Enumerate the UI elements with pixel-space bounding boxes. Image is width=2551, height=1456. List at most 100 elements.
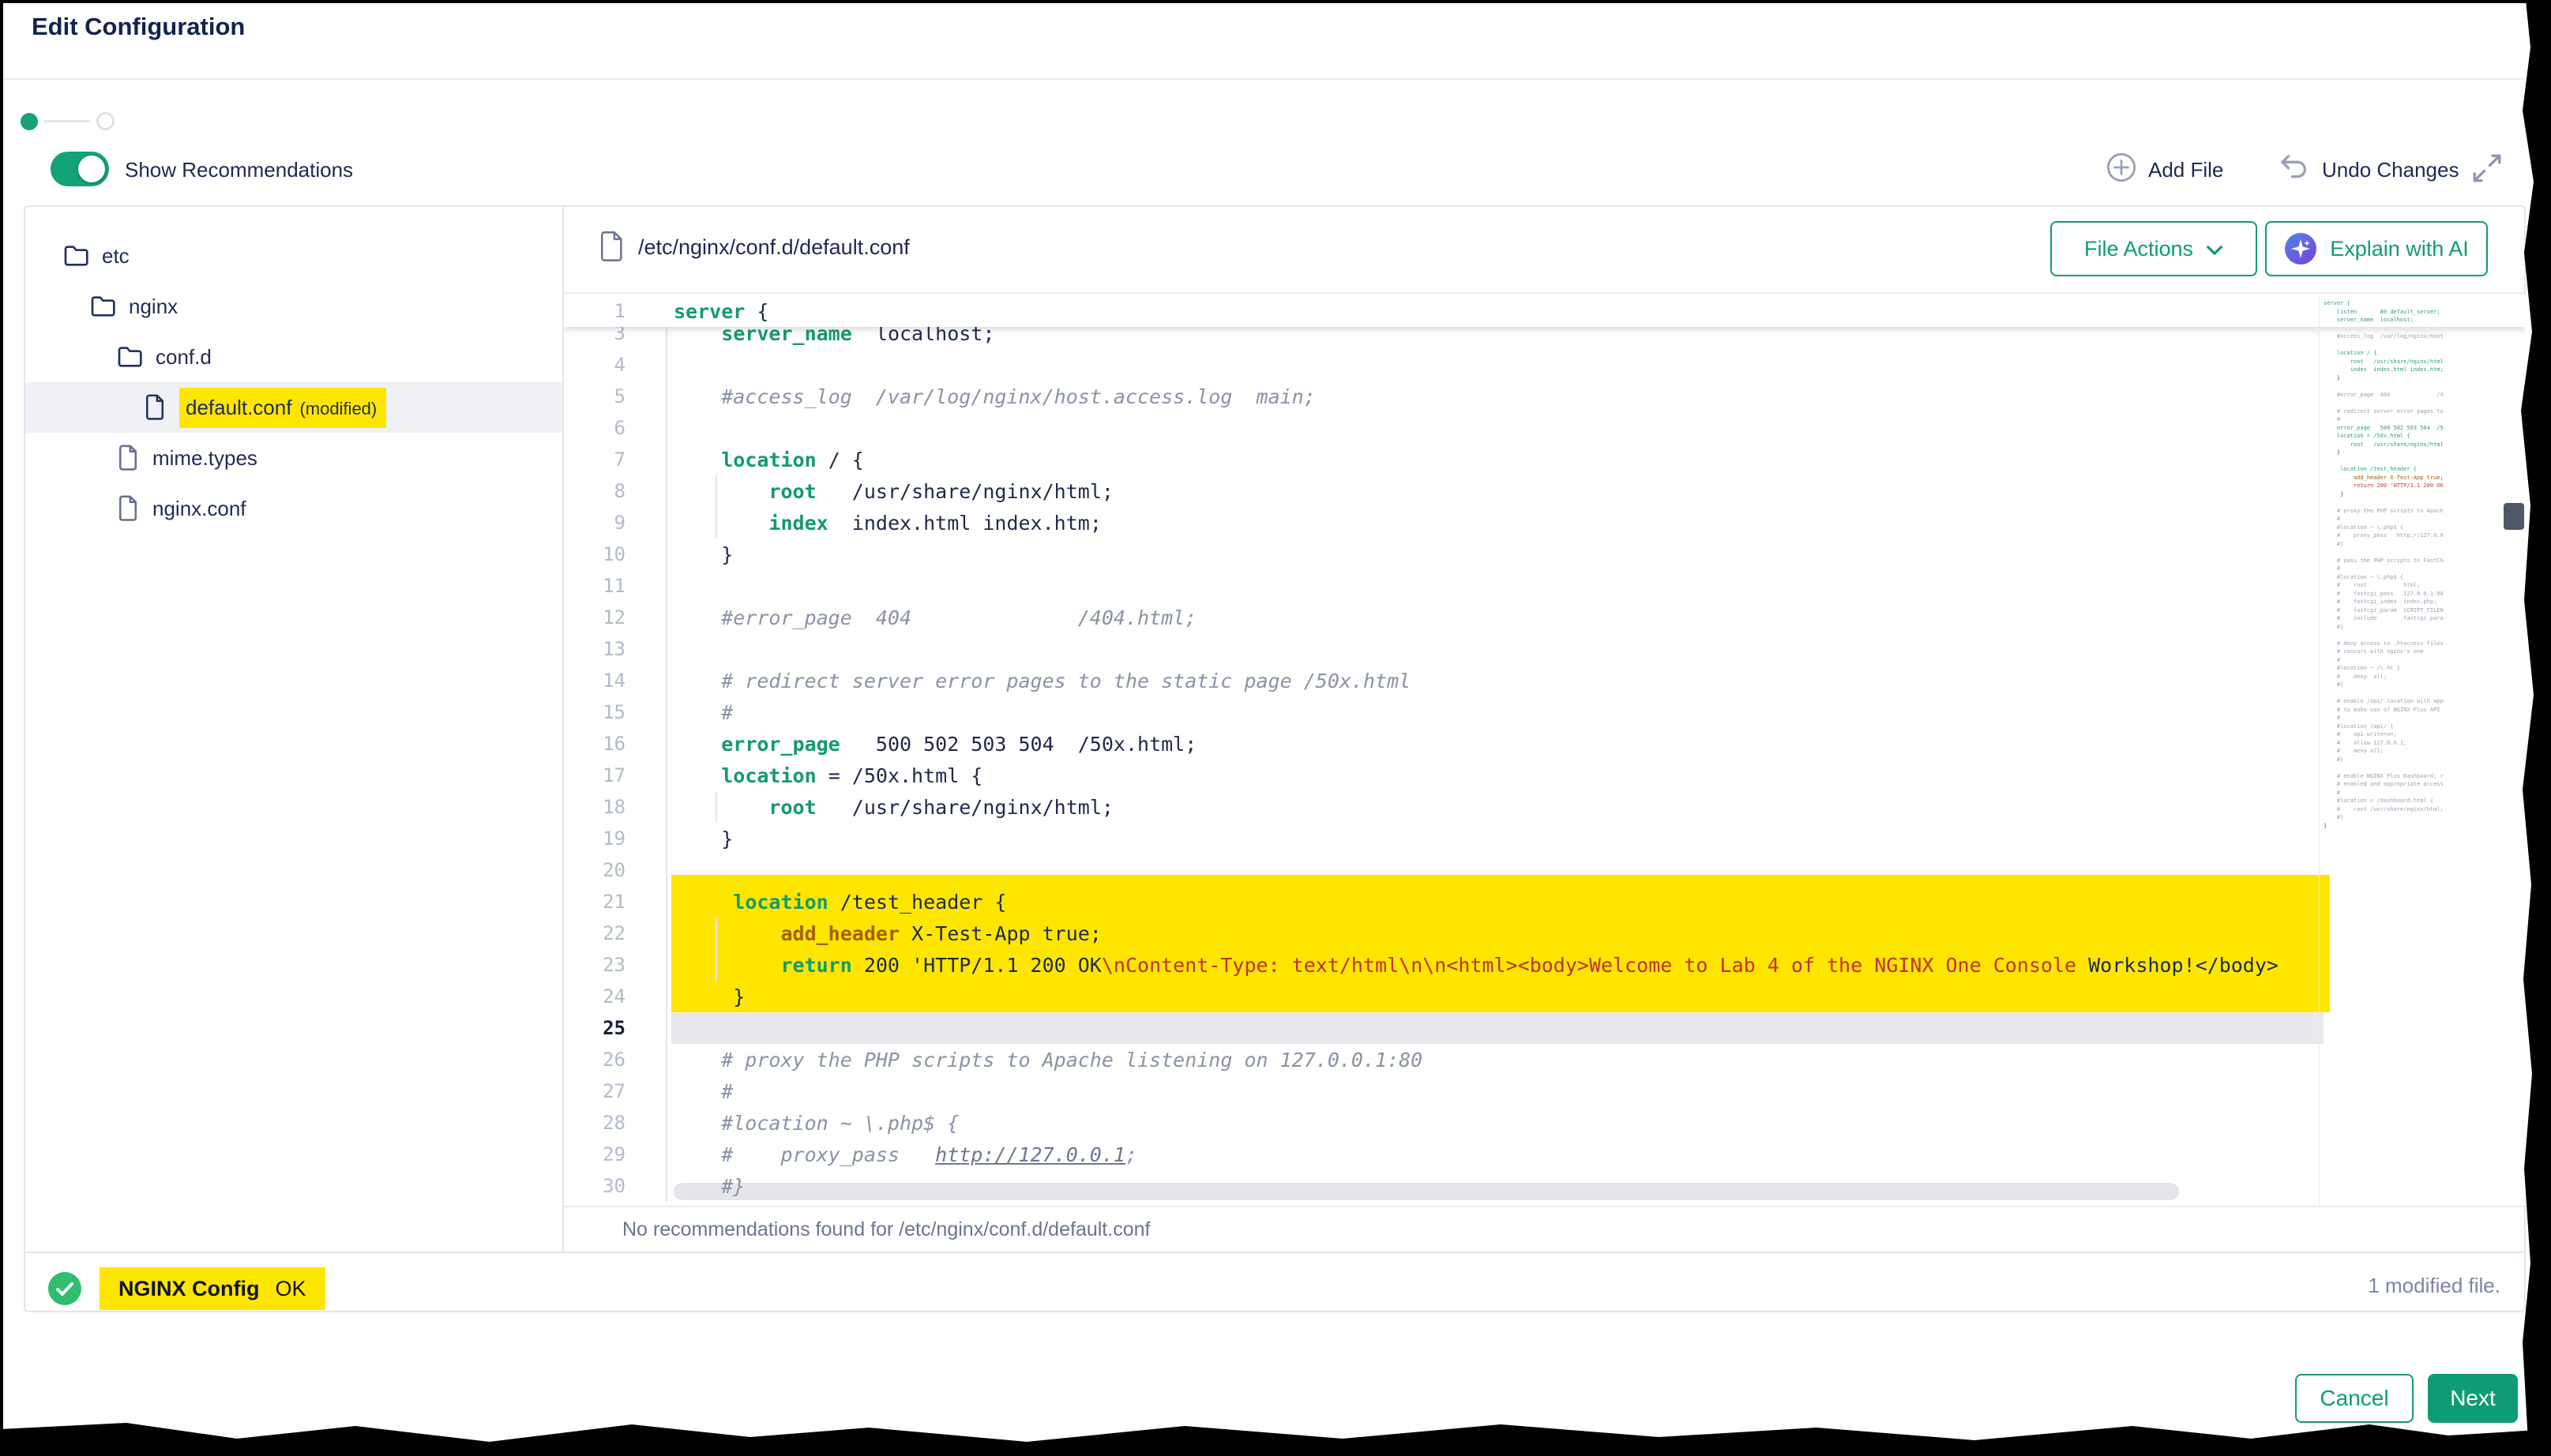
cancel-button[interactable]: Cancel xyxy=(2295,1374,2414,1423)
tree-item-nginx.conf[interactable]: nginx.conf xyxy=(25,483,562,534)
line-content: # proxy the PHP scripts to Apache listen… xyxy=(674,1049,1422,1071)
minimap-line: } xyxy=(2324,448,2444,457)
file-icon xyxy=(599,231,626,266)
show-recommendations-toggle[interactable] xyxy=(51,152,109,186)
line-number: 27 xyxy=(564,1080,626,1102)
step-connector xyxy=(44,120,90,122)
check-circle-icon xyxy=(47,1271,82,1310)
code-line-17: 17 location = /50x.html { xyxy=(564,760,2526,791)
minimap-line xyxy=(2324,764,2444,772)
line-content: #error_page 404 /404.html; xyxy=(674,606,1197,629)
minimap-line: #access_log /var/log/nginx/host.access.l… xyxy=(2324,332,2444,341)
tree-item-etc[interactable]: etc xyxy=(25,231,562,281)
line-number: 7 xyxy=(564,448,626,471)
line-content: location / { xyxy=(674,448,864,471)
minimap-line xyxy=(2324,631,2444,640)
undo-icon xyxy=(2278,152,2311,189)
line-content: root /usr/share/nginx/html; xyxy=(674,480,1114,503)
code-line-5: 5 #access_log /var/log/nginx/host.access… xyxy=(564,381,2526,412)
minimap-line: } xyxy=(2324,822,2444,831)
line-number: 21 xyxy=(564,891,626,913)
minimap-line: # fastcgi_index index.php; xyxy=(2324,598,2444,606)
minimap-line: # proxy_pass http://127.0.0.1; xyxy=(2324,531,2444,540)
code-line-22: 22 add_header X-Test-App true; xyxy=(564,918,2526,949)
minimap-line: # xyxy=(2324,565,2444,573)
minimap-line: root /usr/share/nginx/html; xyxy=(2324,358,2444,366)
minimap-line: } xyxy=(2324,374,2444,383)
minimap[interactable]: server { listen 80 default_server; serve… xyxy=(2324,299,2444,844)
code-line-10: 10 } xyxy=(564,538,2526,570)
minimap-line: #} xyxy=(2324,540,2444,549)
minimap-line: # redirect server error pages to the sta… xyxy=(2324,407,2444,416)
expand-icon xyxy=(2470,152,2504,190)
tree-item-label: nginx xyxy=(129,295,178,319)
code-line-24: 24 } xyxy=(564,981,2526,1012)
line-number: 29 xyxy=(564,1143,626,1165)
line-number: 13 xyxy=(564,638,626,660)
minimap-line: # deny access to .htaccess files, if Apa… xyxy=(2324,640,2444,648)
screenshot-edge xyxy=(0,1418,2551,1456)
minimap-line: # enabled and appropriate access control… xyxy=(2324,780,2444,789)
code-line-25: 25 xyxy=(564,1012,2526,1044)
tree-item-label: default.conf(modified) xyxy=(179,388,386,428)
code-line-15: 15 # xyxy=(564,696,2526,728)
line-content: server { xyxy=(674,300,768,323)
line-number: 14 xyxy=(564,670,626,692)
minimap-line: return 200 'HTTP/1.1 200 OK\nContent-Typ… xyxy=(2324,482,2444,490)
explain-with-ai-button[interactable]: Explain with AI xyxy=(2265,221,2488,276)
add-file-button[interactable]: Add File xyxy=(2106,152,2223,189)
line-content: } xyxy=(674,985,745,1008)
line-number: 22 xyxy=(564,922,626,944)
line-number: 15 xyxy=(564,701,626,723)
minimap-line: # root /usr/share/nginx/html; xyxy=(2324,805,2444,814)
minimap-line: #location /api/ { xyxy=(2324,722,2444,731)
minimap-line: # xyxy=(2324,515,2444,523)
show-recommendations-label: Show Recommendations xyxy=(125,158,353,182)
nginx-config-label: NGINX Config xyxy=(118,1277,259,1301)
code-line-28: 28 #location ~ \.php$ { xyxy=(564,1107,2526,1139)
sticky-code-line: 1server { xyxy=(564,295,2526,327)
tree-item-nginx[interactable]: nginx xyxy=(25,281,562,332)
code-line-11: 11 xyxy=(564,570,2526,602)
minimap-line xyxy=(2324,325,2444,333)
minimap-line: # allow 127.0.0.1; xyxy=(2324,739,2444,748)
minimap-line: index index.html index.htm; xyxy=(2324,366,2444,374)
code-line-16: 16 error_page 500 502 503 504 /50x.html; xyxy=(564,728,2526,760)
file-actions-button[interactable]: File Actions xyxy=(2050,221,2257,276)
tree-item-label: etc xyxy=(102,244,130,268)
line-number: 11 xyxy=(564,575,626,597)
line-content: # redirect server error pages to the sta… xyxy=(674,670,1411,692)
line-content: error_page 500 502 503 504 /50x.html; xyxy=(674,733,1197,756)
step-2-dot[interactable] xyxy=(96,112,115,130)
minimap-line: #location = /dashboard.html { xyxy=(2324,797,2444,805)
minimap-line: # fastcgi_pass 127.0.0.1:9000; xyxy=(2324,590,2444,599)
minimap-line: # root html; xyxy=(2324,581,2444,590)
minimap-line: # enable NGINX Plus Dashboard; requires … xyxy=(2324,772,2444,781)
minimap-line: location = /50x.html { xyxy=(2324,432,2444,441)
folder-icon xyxy=(91,295,116,317)
line-content: #location ~ \.php$ { xyxy=(674,1112,959,1135)
file-icon xyxy=(145,394,167,421)
line-number: 18 xyxy=(564,796,626,818)
expand-editor-button[interactable] xyxy=(2470,152,2504,190)
minimap-line: #} xyxy=(2324,681,2444,689)
minimap-line: location /test_header { xyxy=(2324,465,2444,474)
tree-item-conf.d[interactable]: conf.d xyxy=(25,332,562,382)
minimap-line: location / { xyxy=(2324,349,2444,358)
minimap-line: # deny all; xyxy=(2324,747,2444,756)
step-1-dot[interactable] xyxy=(21,113,38,130)
edit-configuration-modal: Edit Configuration Show Recommendations … xyxy=(0,0,2551,1456)
chevron-down-icon xyxy=(2206,237,2223,261)
explain-with-ai-label: Explain with AI xyxy=(2330,237,2469,261)
next-button[interactable]: Next xyxy=(2428,1374,2518,1423)
tree-item-mime.types[interactable]: mime.types xyxy=(25,433,562,483)
tree-item-default.conf[interactable]: default.conf(modified) xyxy=(25,382,562,433)
code-editor[interactable]: 3 server_name localhost;45 #access_log /… xyxy=(564,295,2526,1206)
minimap-line: #} xyxy=(2324,756,2444,764)
minimap-line: error_page 500 502 503 504 /50x.html; xyxy=(2324,424,2444,433)
code-line-8: 8 root /usr/share/nginx/html; xyxy=(564,475,2526,507)
tree-item-label: mime.types xyxy=(152,446,257,471)
code-line-9: 9 index index.html index.htm; xyxy=(564,507,2526,538)
undo-changes-button[interactable]: Undo Changes xyxy=(2278,152,2459,189)
vertical-scrollbar-thumb[interactable] xyxy=(2504,503,2524,530)
